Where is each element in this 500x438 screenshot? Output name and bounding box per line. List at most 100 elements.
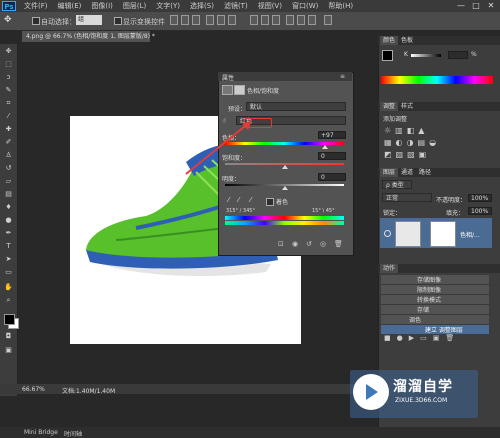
- delete-icon[interactable]: 🗑: [334, 240, 343, 248]
- menu-layer[interactable]: 图层(L): [123, 1, 146, 11]
- eyedropper-tool-icon[interactable]: ⁄: [3, 112, 14, 121]
- close-button[interactable]: ✕: [484, 0, 498, 12]
- lasso-tool-icon[interactable]: ↄ: [3, 73, 14, 82]
- history-brush-tool-icon[interactable]: ↺: [3, 164, 14, 173]
- view-previous-icon[interactable]: ◉: [292, 240, 298, 248]
- maximize-button[interactable]: □: [469, 0, 483, 12]
- menu-select[interactable]: 选择(S): [190, 1, 214, 11]
- saturation-input[interactable]: 0: [318, 152, 346, 160]
- action-row[interactable]: 限制图像: [381, 284, 489, 294]
- hand-tool-icon[interactable]: ✋: [3, 283, 14, 292]
- timeline-tab[interactable]: 时间轴: [64, 429, 82, 438]
- clip-to-layer-icon[interactable]: ⊡: [278, 240, 284, 248]
- preset-dropdown[interactable]: 默认: [246, 102, 346, 111]
- screen-mode-icon[interactable]: ▣: [3, 346, 14, 355]
- panel-menu-icon[interactable]: ≡: [340, 73, 345, 80]
- brush-tool-icon[interactable]: ✐: [3, 138, 14, 147]
- tab-paths[interactable]: 路径: [416, 168, 435, 177]
- zoom-level[interactable]: 66.67%: [22, 386, 45, 393]
- foreground-color-swatch-top[interactable]: [4, 314, 15, 325]
- menu-image[interactable]: 图像(I): [91, 1, 113, 11]
- visibility-icon[interactable]: ◎: [320, 240, 326, 248]
- hue-input[interactable]: +97: [318, 131, 346, 139]
- action-row-selected[interactable]: 建立 调整图层: [381, 324, 489, 334]
- color-ramp[interactable]: [381, 76, 493, 84]
- lightness-slider-thumb[interactable]: [282, 186, 288, 190]
- menu-help[interactable]: 帮助(H): [328, 1, 353, 11]
- tab-swatches[interactable]: 色板: [398, 36, 417, 45]
- hue-slider-thumb[interactable]: [322, 145, 328, 149]
- layer-eye-icon[interactable]: [384, 230, 391, 237]
- path-select-tool-icon[interactable]: ➤: [3, 255, 14, 264]
- tab-styles[interactable]: 样式: [398, 102, 417, 111]
- distribute-right-icon[interactable]: [308, 15, 316, 25]
- tab-channels[interactable]: 通道: [398, 168, 417, 177]
- opacity-input[interactable]: 100%: [468, 194, 492, 202]
- document-tab[interactable]: 4.png @ 66.7% (色相/饱和度 1, 图层蒙版/8) *: [22, 31, 155, 42]
- lightness-input[interactable]: 0: [318, 173, 346, 181]
- adjust-icons-row1[interactable]: ☼▥◧▲: [384, 126, 428, 135]
- actions-controls[interactable]: ■●▶▭▣🗑: [384, 334, 492, 344]
- quick-select-tool-icon[interactable]: ✎: [3, 86, 14, 95]
- type-tool-icon[interactable]: T: [3, 242, 14, 251]
- pen-tool-icon[interactable]: ✒: [3, 229, 14, 238]
- stamp-tool-icon[interactable]: ♙: [3, 151, 14, 160]
- align-hcenter-icon[interactable]: [217, 15, 225, 25]
- minimize-button[interactable]: —: [454, 0, 468, 12]
- align-bottom-icon[interactable]: [192, 15, 200, 25]
- menu-view[interactable]: 视图(V): [258, 1, 282, 11]
- distribute-bottom-icon[interactable]: [272, 15, 280, 25]
- k-input[interactable]: [448, 51, 468, 59]
- fill-input[interactable]: 100%: [468, 207, 492, 215]
- eraser-tool-icon[interactable]: ▱: [3, 177, 14, 186]
- align-right-icon[interactable]: [228, 15, 236, 25]
- auto-select-checkbox[interactable]: [32, 17, 40, 25]
- menu-file[interactable]: 文件(F): [24, 1, 48, 11]
- move-tool-icon[interactable]: ✥: [4, 15, 14, 25]
- align-vcenter-icon[interactable]: [181, 15, 189, 25]
- action-row[interactable]: 转换模式: [381, 294, 489, 304]
- dodge-tool-icon[interactable]: ●: [3, 216, 14, 225]
- eyedropper-icon[interactable]: ⁄: [228, 196, 229, 204]
- blend-mode-dropdown[interactable]: 正常: [382, 193, 432, 202]
- gradient-tool-icon[interactable]: ▤: [3, 190, 14, 199]
- tab-actions[interactable]: 动作: [380, 264, 399, 273]
- adjust-icons-row2[interactable]: ▦◐◑▤◒: [384, 138, 440, 147]
- menu-filter[interactable]: 滤镜(T): [224, 1, 248, 11]
- menu-window[interactable]: 窗口(W): [292, 1, 318, 11]
- blur-tool-icon[interactable]: ♦: [3, 203, 14, 212]
- layer-kind-filter[interactable]: ρ 类型: [382, 180, 412, 189]
- marquee-tool-icon[interactable]: ⬚: [3, 60, 14, 69]
- layer-name[interactable]: 色相/...: [460, 230, 480, 239]
- distribute-left-icon[interactable]: [286, 15, 294, 25]
- zoom-tool-icon[interactable]: ⌕: [3, 296, 14, 305]
- reset-icon[interactable]: ↺: [306, 240, 312, 248]
- align-left-icon[interactable]: [206, 15, 214, 25]
- colorize-checkbox[interactable]: [266, 198, 274, 206]
- k-slider[interactable]: [411, 54, 441, 57]
- crop-tool-icon[interactable]: ⌗: [3, 99, 14, 108]
- action-row[interactable]: 存储图像: [381, 274, 489, 284]
- tab-adjustments[interactable]: 调整: [380, 102, 399, 111]
- action-row[interactable]: 调色: [381, 314, 489, 324]
- menu-edit[interactable]: 编辑(E): [58, 1, 82, 11]
- color-foreground[interactable]: [382, 50, 393, 61]
- range-bar-bottom[interactable]: [225, 221, 344, 225]
- auto-select-dropdown[interactable]: 组: [76, 15, 102, 25]
- tab-layers[interactable]: 图层: [380, 168, 399, 177]
- auto-align-icon[interactable]: [324, 15, 332, 25]
- mini-bridge-tab[interactable]: Mini Bridge: [24, 429, 58, 436]
- action-row[interactable]: 存储: [381, 304, 489, 314]
- eyedropper-add-icon[interactable]: ⁄: [238, 196, 239, 204]
- align-top-icon[interactable]: [170, 15, 178, 25]
- menu-type[interactable]: 文字(Y): [156, 1, 180, 11]
- eyedropper-subtract-icon[interactable]: ⁄: [250, 196, 251, 204]
- quick-mask-icon[interactable]: ◘: [3, 332, 14, 341]
- tab-color[interactable]: 颜色: [380, 36, 399, 45]
- mask-icon[interactable]: [234, 85, 245, 95]
- distribute-top-icon[interactable]: [250, 15, 258, 25]
- healing-tool-icon[interactable]: ✚: [3, 125, 14, 134]
- adjust-icons-row3[interactable]: ◩▨▧▣: [384, 150, 430, 159]
- saturation-slider-thumb[interactable]: [282, 165, 288, 169]
- distribute-vcenter-icon[interactable]: [261, 15, 269, 25]
